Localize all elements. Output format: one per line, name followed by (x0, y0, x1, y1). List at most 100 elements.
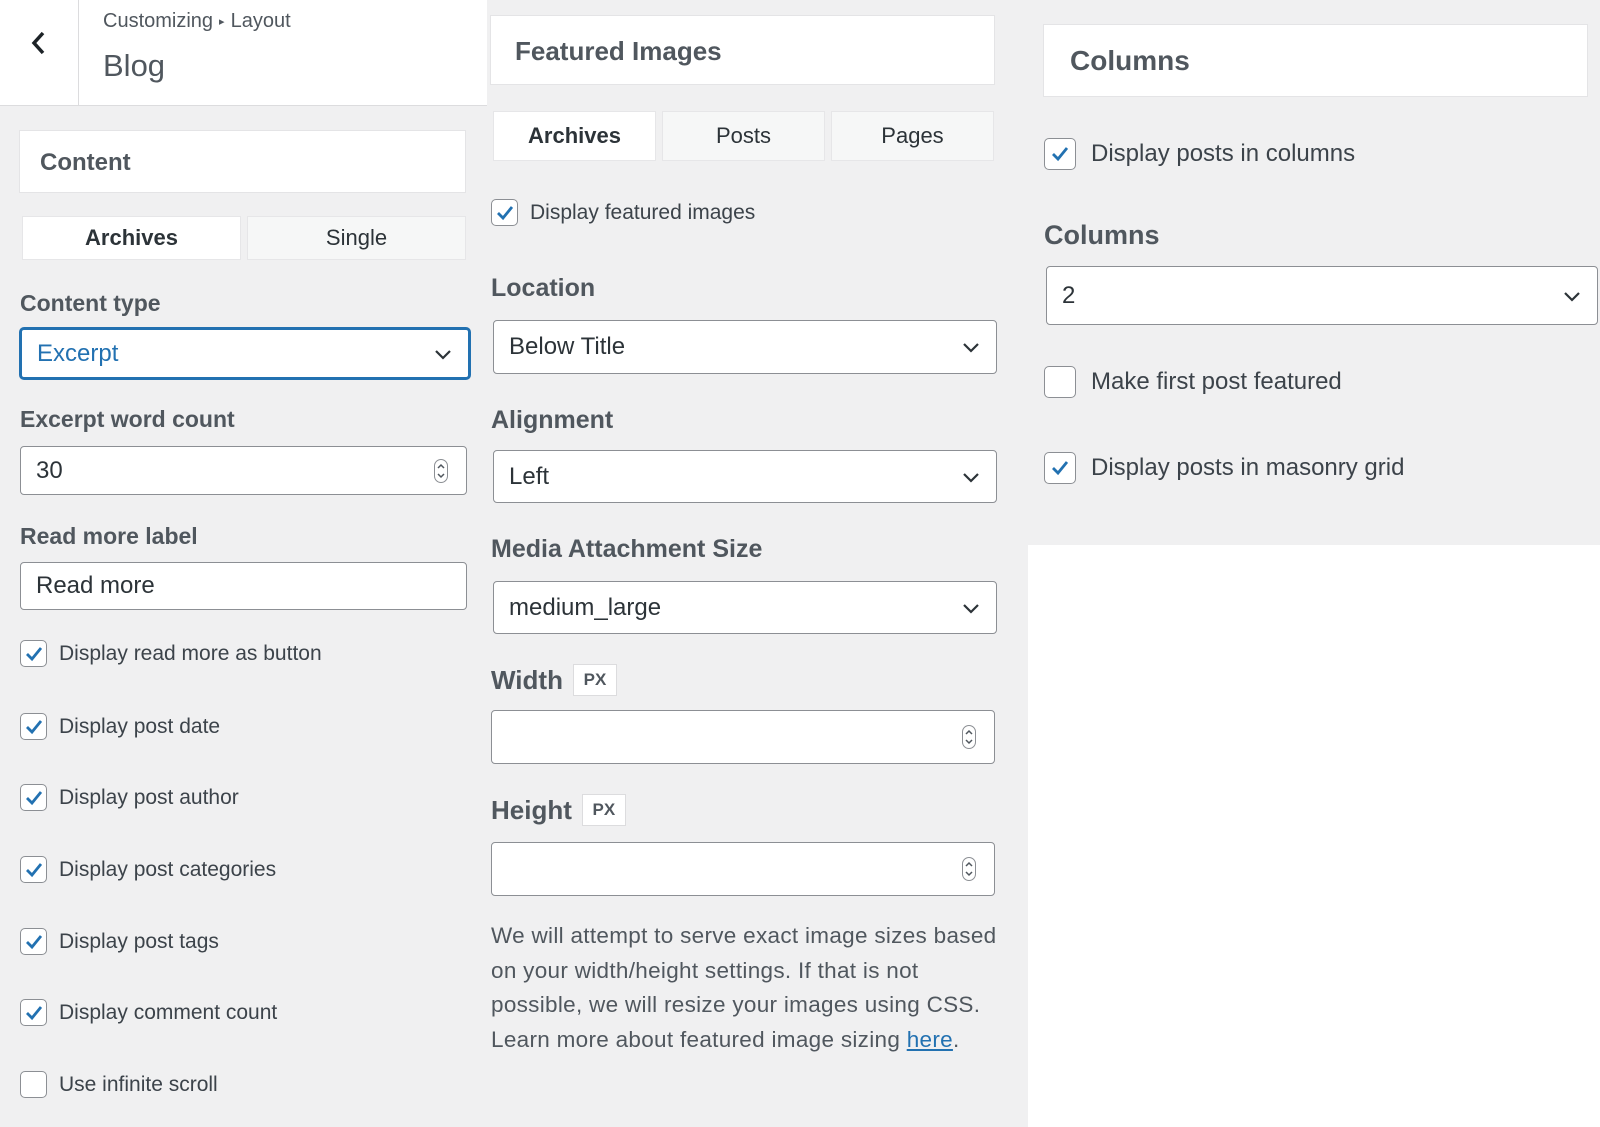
columns-section-title: Columns (1043, 24, 1588, 97)
display-post-date-checkbox[interactable]: Display post date (20, 713, 220, 740)
checkbox-icon[interactable] (20, 999, 47, 1026)
customizer-header: Customizing ▸ Layout Blog (0, 0, 487, 106)
number-spinner-icon[interactable] (434, 458, 448, 483)
checkbox-icon[interactable] (491, 199, 518, 226)
chevron-down-icon (435, 349, 451, 360)
checkbox-label: Display read more as button (59, 641, 322, 665)
checkbox-icon[interactable] (20, 928, 47, 955)
display-post-tags-checkbox[interactable]: Display post tags (20, 928, 219, 955)
display-post-categories-checkbox[interactable]: Display post categories (20, 856, 276, 883)
width-label-row: Width PX (491, 664, 617, 696)
read-more-value: Read more (36, 572, 155, 599)
checkbox-label: Display comment count (59, 1000, 278, 1024)
excerpt-count-label: Excerpt word count (20, 406, 235, 432)
location-value: Below Title (509, 333, 626, 360)
checkbox-icon[interactable] (1044, 366, 1076, 398)
breadcrumb-separator: ▸ (219, 16, 225, 28)
tab-pages[interactable]: Pages (831, 111, 994, 161)
breadcrumb-child: Layout (230, 10, 291, 32)
display-comment-count-checkbox[interactable]: Display comment count (20, 999, 277, 1026)
display-read-more-button-checkbox[interactable]: Display read more as button (20, 640, 322, 667)
checkmark-icon (1052, 147, 1069, 162)
checkbox-icon[interactable] (20, 640, 47, 667)
checkmark-icon (496, 205, 513, 220)
checkmark-icon (1052, 461, 1069, 476)
infinite-scroll-checkbox[interactable]: Use infinite scroll (20, 1071, 218, 1098)
checkbox-label: Display featured images (530, 200, 756, 224)
checkmark-icon (25, 646, 42, 661)
tab-single[interactable]: Single (247, 216, 466, 260)
number-spinner-icon[interactable] (962, 857, 976, 881)
checkbox-icon[interactable] (20, 713, 47, 740)
columns-panel: Columns Display posts in columns Columns… (1028, 0, 1600, 545)
masonry-grid-checkbox[interactable]: Display posts in masonry grid (1044, 452, 1404, 484)
alignment-label: Alignment (491, 406, 614, 434)
chevron-down-icon (963, 472, 979, 483)
checkbox-label: Make first post featured (1091, 368, 1342, 395)
back-button[interactable] (0, 0, 79, 106)
content-section-title: Content (19, 130, 466, 193)
checkbox-icon[interactable] (1044, 138, 1076, 170)
height-label: Height (491, 794, 572, 825)
chevron-down-icon (1564, 291, 1580, 302)
chevron-down-icon (963, 603, 979, 614)
columns-count-select[interactable]: 2 (1046, 266, 1598, 325)
tab-archives[interactable]: Archives (22, 216, 241, 260)
tab-posts[interactable]: Posts (662, 111, 825, 161)
excerpt-count-input[interactable]: 30 (20, 446, 467, 495)
featured-section-title: Featured Images (490, 15, 995, 85)
content-type-label: Content type (20, 290, 161, 316)
width-unit-badge: PX (572, 664, 617, 696)
alignment-select[interactable]: Left (493, 450, 997, 503)
excerpt-count-value: 30 (36, 456, 63, 484)
height-unit-badge: PX (581, 794, 626, 826)
content-tabs: Archives Single (22, 216, 466, 260)
checkmark-icon (25, 719, 42, 734)
location-label: Location (491, 274, 596, 302)
checkmark-icon (25, 790, 42, 805)
first-post-featured-checkbox[interactable]: Make first post featured (1044, 366, 1342, 398)
columns-count-label: Columns (1044, 220, 1160, 250)
checkbox-label: Display post tags (59, 929, 219, 953)
media-size-value: medium_large (509, 593, 662, 621)
customizer-panel-content: Customizing ▸ Layout Blog Content Archives… (0, 0, 487, 1127)
description-end: . (952, 1026, 960, 1052)
location-select[interactable]: Below Title (493, 320, 997, 374)
display-featured-checkbox[interactable]: Display featured images (491, 199, 755, 226)
checkbox-label: Display post date (59, 714, 221, 738)
number-spinner-icon[interactable] (962, 725, 976, 749)
featured-image-description: We will attempt to serve exact image siz… (491, 919, 1006, 1057)
display-columns-checkbox[interactable]: Display posts in columns (1044, 138, 1355, 170)
width-label: Width (491, 664, 563, 695)
checkbox-icon[interactable] (1044, 452, 1076, 484)
height-input[interactable] (491, 842, 995, 896)
checkbox-label: Display post author (59, 785, 239, 809)
checkbox-label: Use infinite scroll (59, 1072, 218, 1096)
checkmark-icon (25, 934, 42, 949)
checkbox-icon[interactable] (20, 1071, 47, 1098)
learn-more-link[interactable]: here (907, 1027, 953, 1052)
height-label-row: Height PX (491, 794, 626, 826)
media-size-label: Media Attachment Size (491, 535, 763, 563)
display-post-author-checkbox[interactable]: Display post author (20, 784, 239, 811)
alignment-value: Left (509, 462, 550, 490)
tab-archives[interactable]: Archives (493, 111, 656, 161)
page-title: Blog (103, 48, 166, 83)
featured-tabs: Archives Posts Pages (493, 111, 994, 161)
checkbox-label: Display post categories (59, 857, 277, 881)
content-type-value: Excerpt (37, 339, 119, 367)
read-more-input[interactable]: Read more (20, 562, 467, 610)
chevron-down-icon (963, 343, 979, 353)
checkbox-label: Display posts in masonry grid (1091, 454, 1405, 481)
checkbox-icon[interactable] (20, 856, 47, 883)
checkmark-icon (25, 1005, 42, 1020)
media-size-select[interactable]: medium_large (493, 581, 997, 634)
content-type-select[interactable]: Excerpt (20, 328, 470, 379)
width-input[interactable] (491, 710, 995, 764)
checkmark-icon (25, 862, 42, 877)
checkbox-icon[interactable] (20, 784, 47, 811)
checkbox-label: Display posts in columns (1091, 140, 1356, 167)
columns-count-value: 2 (1062, 281, 1076, 309)
chevron-left-icon (31, 31, 45, 55)
read-more-label: Read more label (20, 523, 198, 549)
